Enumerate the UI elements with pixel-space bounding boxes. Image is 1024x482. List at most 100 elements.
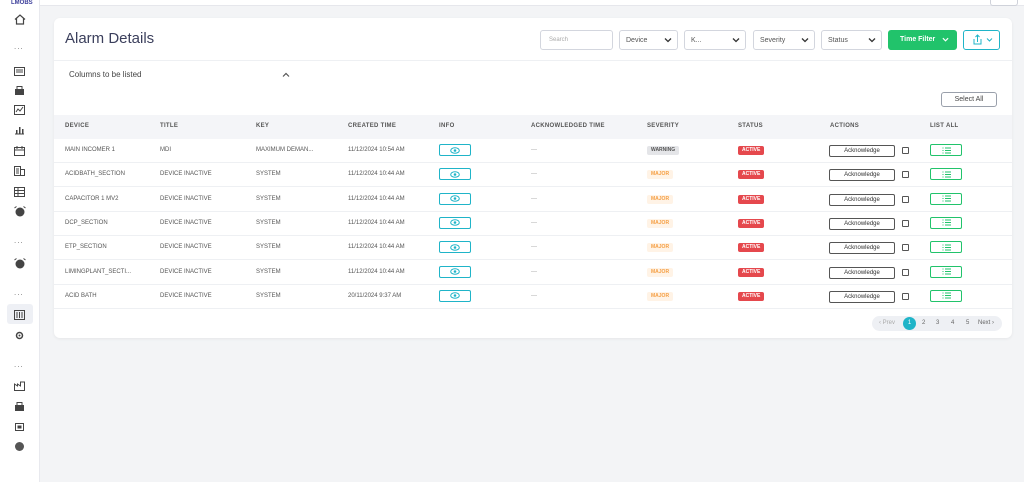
page-button-3[interactable]: 3: [936, 320, 939, 326]
factory-icon[interactable]: [13, 380, 26, 391]
column-header-severity[interactable]: SEVERITY: [647, 123, 679, 129]
column-header-actions: ACTIONS: [830, 123, 860, 129]
time-filter-label: Time Filter: [900, 36, 936, 43]
status-dropdown[interactable]: Status: [821, 30, 882, 50]
acknowledge-button[interactable]: Acknowledge: [829, 145, 895, 157]
device-dropdown[interactable]: Device: [619, 30, 678, 50]
dashboard-icon[interactable]: [13, 85, 26, 96]
severity-dropdown[interactable]: Severity: [753, 30, 815, 50]
column-header-created-time[interactable]: CREATED TIME: [348, 123, 396, 129]
info-view-button[interactable]: [439, 241, 471, 254]
grid-icon[interactable]: [13, 401, 26, 412]
acknowledge-button[interactable]: Acknowledge: [829, 266, 895, 279]
eye-icon: [450, 219, 460, 227]
device-cell: LIMINGPLANT_SECTI...: [65, 268, 132, 275]
chevron-down-icon: [868, 38, 876, 43]
row-checkbox[interactable]: [902, 171, 909, 179]
chevron-up-icon[interactable]: [282, 71, 290, 79]
columns-to-list-toggle[interactable]: Columns to be listed: [69, 70, 141, 79]
chevron-down-icon: [801, 38, 809, 43]
calendar-icon[interactable]: [13, 145, 26, 156]
info-view-button[interactable]: [439, 168, 471, 181]
acknowledge-button[interactable]: Acknowledge: [829, 169, 895, 182]
profile-button[interactable]: [990, 0, 1018, 6]
severity-badge: MAJOR: [647, 218, 674, 228]
column-header-key[interactable]: KEY: [256, 123, 269, 129]
column-header-title[interactable]: TITLE: [160, 123, 178, 129]
acknowledge-button[interactable]: Acknowledge: [829, 242, 895, 255]
info-view-button[interactable]: [439, 192, 471, 205]
acknowledge-button[interactable]: Acknowledge: [829, 290, 895, 303]
severity-dropdown-label: Severity: [760, 37, 786, 44]
search-input[interactable]: Search: [540, 30, 613, 50]
eye-icon: [450, 243, 460, 251]
info-view-button[interactable]: [439, 265, 471, 278]
eye-icon: [450, 170, 460, 178]
created-time-cell: 11/12/2024 10:44 AM: [348, 171, 405, 178]
analytics-icon[interactable]: [13, 104, 26, 115]
list-all-button[interactable]: [930, 265, 962, 278]
acknowledge-button[interactable]: Acknowledge: [829, 217, 895, 230]
export-button[interactable]: [963, 30, 1000, 50]
row-checkbox[interactable]: [902, 244, 909, 252]
list-all-button[interactable]: [930, 192, 962, 205]
report-icon[interactable]: [13, 66, 26, 77]
row-checkbox[interactable]: [902, 195, 909, 203]
info-view-button[interactable]: [439, 289, 471, 302]
list-all-button[interactable]: [930, 289, 962, 302]
list-all-button[interactable]: [930, 241, 962, 254]
row-checkbox[interactable]: [902, 219, 909, 227]
severity-badge: MAJOR: [647, 243, 674, 253]
server-icon[interactable]: [13, 309, 26, 320]
title-cell: DEVICE INACTIVE: [160, 195, 212, 202]
acknowledge-button[interactable]: Acknowledge: [829, 193, 895, 206]
alarm-icon[interactable]: [13, 206, 26, 217]
title-cell: DEVICE INACTIVE: [160, 171, 212, 178]
alarm-icon[interactable]: [13, 258, 26, 269]
column-header-device[interactable]: DEVICE: [65, 123, 89, 129]
severity-badge: MAJOR: [647, 194, 674, 204]
settings-gear-icon[interactable]: [13, 330, 26, 341]
prev-page-button[interactable]: ‹ Prev: [879, 320, 895, 326]
page-button-1[interactable]: 1: [903, 317, 916, 330]
select-all-button[interactable]: Select All: [941, 92, 997, 107]
page-button-2[interactable]: 2: [922, 320, 925, 326]
circle-icon[interactable]: [13, 441, 26, 452]
chevron-down-icon: [942, 37, 949, 42]
info-view-button[interactable]: [439, 144, 471, 156]
page-button-4[interactable]: 4: [951, 320, 954, 326]
key-dropdown[interactable]: K...: [684, 30, 746, 50]
chevron-down-icon: [664, 38, 672, 43]
chip-icon[interactable]: [13, 421, 26, 432]
column-header-acknowledged-time[interactable]: ACKNOWLEDGED TIME: [531, 123, 605, 129]
bar-chart-icon[interactable]: [13, 124, 26, 135]
page-button-5[interactable]: 5: [966, 320, 969, 326]
table-icon[interactable]: [13, 186, 26, 197]
building-icon[interactable]: [13, 165, 26, 176]
row-checkbox[interactable]: [902, 147, 909, 154]
acknowledged-time-cell: ---: [531, 195, 537, 202]
column-header-list-all: LIST ALL: [930, 123, 959, 129]
next-page-button[interactable]: Next ›: [978, 320, 994, 326]
time-filter-button[interactable]: Time Filter: [888, 30, 957, 50]
acknowledged-time-cell: ---: [531, 292, 537, 299]
list-icon: [942, 219, 951, 226]
home-icon[interactable]: [13, 14, 26, 25]
key-cell: MAXIMUM DEMAN...: [256, 147, 314, 153]
list-all-button[interactable]: [930, 216, 962, 229]
info-view-button[interactable]: [439, 216, 471, 229]
acknowledged-time-cell: ---: [531, 147, 537, 153]
sidebar-dots: ...: [14, 360, 24, 369]
row-checkbox[interactable]: [902, 268, 909, 276]
key-dropdown-label: K...: [691, 37, 702, 44]
column-header-status[interactable]: STATUS: [738, 123, 763, 129]
device-cell: ACID BATH: [65, 292, 97, 299]
share-icon: [973, 34, 993, 45]
key-cell: SYSTEM: [256, 268, 281, 275]
row-checkbox[interactable]: [902, 292, 909, 300]
list-all-button[interactable]: [930, 168, 962, 181]
severity-badge: MAJOR: [647, 291, 674, 301]
table-row: LIMINGPLANT_SECTI... DEVICE INACTIVE SYS…: [54, 261, 1012, 285]
top-bar: [40, 0, 1024, 6]
list-all-button[interactable]: [930, 144, 962, 156]
